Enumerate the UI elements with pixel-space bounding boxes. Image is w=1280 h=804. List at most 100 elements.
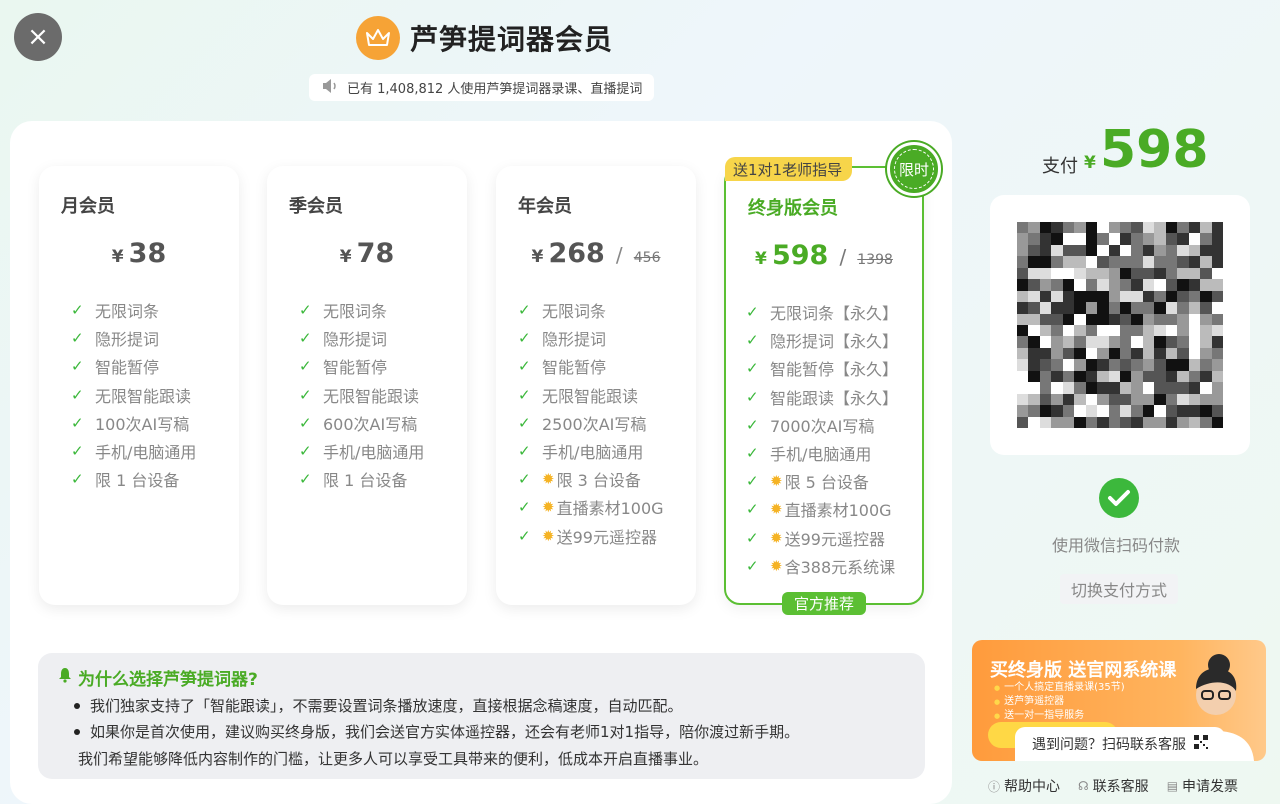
feature-text: 7000次AI写稿 xyxy=(770,416,875,436)
price-amount: 78 xyxy=(356,238,395,269)
help-bubble[interactable]: 遇到问题？扫码联系客服 xyxy=(1015,727,1225,761)
check-icon: ✓ xyxy=(746,444,759,463)
check-icon: ✓ xyxy=(518,498,531,517)
check-icon: ✓ xyxy=(746,556,759,575)
page-title: 芦笋提词器会员 xyxy=(410,23,614,56)
check-icon: ✓ xyxy=(518,385,531,404)
feature-text: 送99元遥控器 xyxy=(784,529,885,549)
feature-text: 隐形提词 xyxy=(95,330,160,350)
help-center-label: 帮助中心 xyxy=(1004,779,1061,795)
pay-amount: 598 xyxy=(1100,120,1209,180)
check-icon: ✓ xyxy=(518,526,531,545)
feature-item: ✓ ✹ 送99元遥控器 xyxy=(746,524,898,552)
check-icon: ✓ xyxy=(299,385,312,404)
invoice-link[interactable]: ▤ 申请发票 xyxy=(1167,776,1238,796)
feature-text: 600次AI写稿 xyxy=(323,414,418,434)
plan-name: 年会员 xyxy=(518,196,572,217)
feature-item: ✓ 隐形提词 xyxy=(518,324,664,352)
contact-service-link[interactable]: ☊ 联系客服 xyxy=(1078,776,1149,796)
feature-text: 无限词条【永久】 xyxy=(770,304,899,324)
help-center-link[interactable]: ⓘ 帮助中心 xyxy=(988,776,1060,796)
feature-text: 无限智能跟读 xyxy=(323,386,420,406)
feature-item: ✓ 智能暂停 xyxy=(299,352,424,380)
promo-line: 送一对一指导服务 xyxy=(994,709,1125,723)
close-button[interactable]: × xyxy=(14,13,62,61)
sun-icon: ✹ xyxy=(770,528,783,547)
feature-item: ✓ 智能跟读【永久】 xyxy=(746,383,898,411)
price-amount: 38 xyxy=(128,238,167,269)
plan-name: 季会员 xyxy=(289,196,343,217)
feature-item: ✓ ✹ 限 5 台设备 xyxy=(746,467,898,495)
feature-text: 手机/电脑通用 xyxy=(542,443,644,463)
feature-text: 限 1 台设备 xyxy=(95,471,180,491)
footer-links: ⓘ 帮助中心 ☊ 联系客服 ▤ 申请发票 xyxy=(988,776,1238,796)
user-count-text: 已有 1,408,812 人使用芦笋提词器录课、直播提词 xyxy=(347,82,643,97)
promo-title: 买终身版 送官网系统课 xyxy=(990,660,1177,681)
sun-icon: ✹ xyxy=(770,472,783,491)
feature-item: ✓ 无限词条 xyxy=(299,296,424,324)
feature-item: ✓ 隐形提词【永久】 xyxy=(746,326,898,354)
check-icon: ✓ xyxy=(299,470,312,489)
switch-payment-button[interactable]: 切换支付方式 xyxy=(1060,574,1178,604)
pay-currency: ¥ xyxy=(1084,153,1096,173)
feature-item: ✓ 手机/电脑通用 xyxy=(71,437,196,465)
feature-text: 限 3 台设备 xyxy=(556,471,641,491)
contact-service-label: 联系客服 xyxy=(1092,779,1149,795)
invoice-label: 申请发票 xyxy=(1182,779,1239,795)
user-count-banner: 已有 1,408,812 人使用芦笋提词器录课、直播提词 xyxy=(309,74,655,101)
price-amount: 268 xyxy=(548,238,605,269)
sun-icon: ✹ xyxy=(542,526,555,545)
check-icon: ✓ xyxy=(746,415,759,434)
wechat-pay-icon xyxy=(1099,478,1139,518)
feature-text: 无限智能跟读 xyxy=(95,386,192,406)
feature-item: ✓ 2500次AI写稿 xyxy=(518,409,664,437)
feature-item: ✓ 100次AI写稿 xyxy=(71,409,196,437)
page-header: 芦笋提词器会员 xyxy=(356,16,613,60)
feature-item: ✓ 智能暂停 xyxy=(518,352,664,380)
bullet-icon xyxy=(74,728,80,735)
price-separator: / xyxy=(839,245,847,269)
feature-item: ✓ 600次AI写稿 xyxy=(299,409,424,437)
feature-item: ✓ 隐形提词 xyxy=(299,324,424,352)
sun-icon: ✹ xyxy=(770,556,783,575)
feature-text: 无限词条 xyxy=(95,302,160,322)
check-icon: ✓ xyxy=(299,442,312,461)
why-section: 为什么选择芦笋提词器? 我们独家支持了「智能跟读」，不需要设置词条播放速度，直接… xyxy=(38,653,925,779)
check-icon: ✓ xyxy=(746,303,759,322)
feature-text: 直播素材100G xyxy=(784,501,892,521)
limited-badge: 限时 xyxy=(887,142,941,196)
feature-list: ✓ 无限词条 ✓ 隐形提词 ✓ 智能暂停 ✓ 无限智能跟读 ✓ 600次AI写稿 ✓ 手机/电脑通用 ✓… xyxy=(299,296,424,493)
crown-icon xyxy=(356,16,400,60)
document-icon: ▤ xyxy=(1166,779,1179,793)
feature-item: ✓ 无限词条 xyxy=(518,296,664,324)
feature-item: ✓ 手机/电脑通用 xyxy=(299,437,424,465)
check-icon: ✓ xyxy=(518,413,531,432)
plan-card-lifetime[interactable]: 终身版会员 ¥ 598 / 1398 ✓ 无限词条【永久】 ✓ 隐形提词【永久】 ✓ 智能… xyxy=(724,166,924,605)
feature-text: 隐形提词【永久】 xyxy=(770,332,899,352)
feature-text: 智能暂停 xyxy=(95,358,160,378)
check-icon: ✓ xyxy=(746,331,759,350)
feature-item: ✓ ✹ 限 3 台设备 xyxy=(518,465,664,493)
check-icon: ✓ xyxy=(518,442,531,461)
check-icon: ✓ xyxy=(746,500,759,519)
feature-list: ✓ 无限词条 ✓ 隐形提词 ✓ 智能暂停 ✓ 无限智能跟读 ✓ 2500次AI写稿 ✓ 手机/电脑通用… xyxy=(518,296,664,550)
why-title-text: 为什么选择芦笋提词器? xyxy=(78,670,258,690)
why-item: 我们独家支持了「智能跟读」，不需要设置词条播放速度，直接根据念稿速度，自动匹配。 xyxy=(58,695,905,716)
plan-card-monthly[interactable]: 月会员 ¥ 38 ✓ 无限词条 ✓ 隐形提词 ✓ 智能暂停 ✓ 无限智能跟读 ✓ 100次AI写稿… xyxy=(39,166,239,605)
payment-qr-code xyxy=(990,195,1250,455)
pay-label: 支付 xyxy=(1042,156,1078,177)
feature-text: 无限词条 xyxy=(323,302,388,322)
teacher-tag: 送1对1老师指导 xyxy=(725,157,853,181)
feature-text: 无限智能跟读 xyxy=(542,386,639,406)
help-bubble-text: 遇到问题？扫码联系客服 xyxy=(1032,737,1186,753)
plan-name: 终身版会员 xyxy=(748,198,838,219)
feature-item: ✓ 无限词条【永久】 xyxy=(746,298,898,326)
check-icon: ✓ xyxy=(299,357,312,376)
plan-price: ¥ 598 / 1398 xyxy=(726,240,922,271)
why-title: 为什么选择芦笋提词器? xyxy=(58,665,905,690)
plan-name: 月会员 xyxy=(61,196,115,217)
plan-card-yearly[interactable]: 年会员 ¥ 268 / 456 ✓ 无限词条 ✓ 隐形提词 ✓ 智能暂停 ✓ 无限智能跟读 ✓ 2… xyxy=(496,166,696,605)
plan-card-quarterly[interactable]: 季会员 ¥ 78 ✓ 无限词条 ✓ 隐形提词 ✓ 智能暂停 ✓ 无限智能跟读 ✓ 600次AI写稿… xyxy=(267,166,467,605)
headset-icon: ☊ xyxy=(1078,779,1089,793)
recommend-badge: 官方推荐 xyxy=(782,592,866,615)
